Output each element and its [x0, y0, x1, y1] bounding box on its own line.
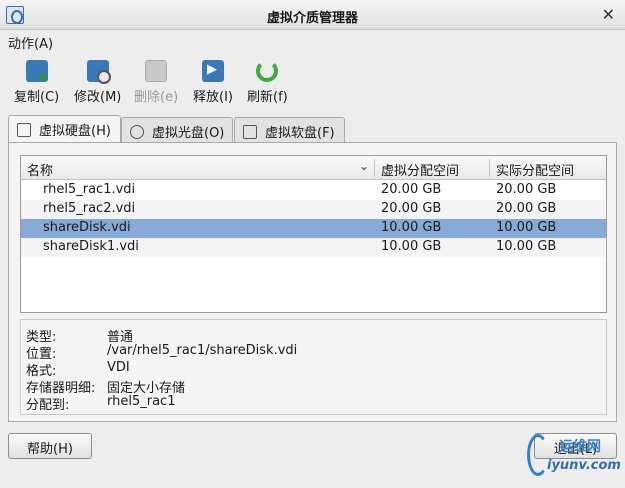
- tab-hard-disks[interactable]: 虚拟硬盘(H): [8, 115, 121, 143]
- table-header: 名称 ⌄ 虚拟分配空间 实际分配空间: [21, 156, 606, 180]
- watermark-top-text: 运维网: [559, 439, 601, 455]
- refresh-button-label: 刷新(f): [247, 90, 288, 105]
- detail-attached: 分配到: rhel5_rac1: [21, 394, 606, 413]
- menu-action[interactable]: 动作(A): [8, 33, 53, 52]
- watermark-logo: 运维网 iyunv.com: [521, 434, 621, 482]
- detail-value: VDI: [107, 360, 130, 375]
- refresh-button[interactable]: 刷新(f): [247, 60, 288, 105]
- delete-button-label: 删除(e): [134, 90, 179, 105]
- column-separator: [374, 159, 375, 177]
- detail-format: 格式: VDI: [21, 360, 606, 379]
- chevron-down-icon[interactable]: ⌄: [359, 159, 369, 173]
- close-icon[interactable]: ✕: [602, 5, 615, 24]
- details-pane: 类型: 普通 位置: /var/rhel5_rac1/shareDisk.vdi…: [20, 319, 607, 415]
- tab-floppy-disks[interactable]: 虚拟软盘(F): [234, 117, 345, 143]
- detail-key: 分配到:: [26, 398, 70, 413]
- menu-bar: 动作(A): [0, 30, 625, 52]
- refresh-icon: [256, 60, 279, 82]
- cell-actual: 20.00 GB: [496, 182, 557, 197]
- table-row-selected[interactable]: shareDisk.vdi 10.00 GB 10.00 GB: [21, 219, 606, 238]
- tab-optical-disks-label: 虚拟光盘(O): [152, 126, 225, 141]
- help-button[interactable]: 帮助(H): [8, 433, 92, 459]
- title-bar: 虚拟介质管理器 ✕: [0, 0, 625, 30]
- cell-virtual: 10.00 GB: [381, 239, 442, 254]
- table-row[interactable]: shareDisk1.vdi 10.00 GB 10.00 GB: [21, 238, 606, 257]
- cell-name: shareDisk.vdi: [43, 220, 131, 235]
- copy-button-label: 复制(C): [14, 90, 60, 105]
- delete-icon: [145, 60, 168, 82]
- toolbar: 复制(C) 修改(M) 删除(e) 释放(I) 刷新(f): [0, 56, 625, 112]
- floppy-disk-icon: [243, 125, 257, 139]
- cell-actual: 10.00 GB: [496, 239, 557, 254]
- column-header-actual[interactable]: 实际分配空间: [496, 160, 574, 179]
- tab-floppy-disks-label: 虚拟软盘(F): [265, 126, 335, 141]
- cell-name: shareDisk1.vdi: [43, 239, 139, 254]
- tab-optical-disks[interactable]: 虚拟光盘(O): [121, 117, 233, 143]
- cell-name: rhel5_rac2.vdi: [43, 201, 136, 216]
- tab-hard-disks-label: 虚拟硬盘(H): [39, 124, 111, 139]
- release-button-label: 释放(I): [193, 90, 233, 105]
- tab-panel: 名称 ⌄ 虚拟分配空间 实际分配空间 rhel5_rac1.vdi 20.00 …: [8, 142, 617, 422]
- disk-table[interactable]: 名称 ⌄ 虚拟分配空间 实际分配空间 rhel5_rac1.vdi 20.00 …: [20, 155, 607, 313]
- edit-icon: [86, 60, 111, 84]
- delete-button[interactable]: 删除(e): [134, 60, 178, 105]
- detail-location: 位置: /var/rhel5_rac1/shareDisk.vdi: [21, 343, 606, 362]
- release-button[interactable]: 释放(I): [193, 60, 233, 105]
- optical-disk-icon: [130, 125, 144, 139]
- column-header-virtual[interactable]: 虚拟分配空间: [381, 160, 459, 179]
- table-row[interactable]: rhel5_rac2.vdi 20.00 GB 20.00 GB: [21, 200, 606, 219]
- cell-actual: 20.00 GB: [496, 201, 557, 216]
- cell-actual: 10.00 GB: [496, 220, 557, 235]
- window-title: 虚拟介质管理器: [266, 11, 358, 26]
- cell-virtual: 10.00 GB: [381, 220, 442, 235]
- copy-icon: [25, 60, 50, 86]
- edit-button-label: 修改(M): [74, 90, 122, 105]
- hard-disk-icon: [17, 123, 31, 137]
- detail-value: /var/rhel5_rac1/shareDisk.vdi: [107, 343, 298, 358]
- copy-button[interactable]: 复制(C): [14, 60, 59, 105]
- table-row[interactable]: rhel5_rac1.vdi 20.00 GB 20.00 GB: [21, 181, 606, 200]
- detail-value: rhel5_rac1: [107, 394, 176, 409]
- detail-storage: 存储器明细: 固定大小存储: [21, 377, 606, 396]
- cell-virtual: 20.00 GB: [381, 201, 442, 216]
- cell-virtual: 20.00 GB: [381, 182, 442, 197]
- column-header-name[interactable]: 名称: [27, 160, 53, 179]
- watermark-bottom-text: iyunv.com: [547, 458, 621, 473]
- edit-button[interactable]: 修改(M): [74, 60, 121, 105]
- cell-name: rhel5_rac1.vdi: [43, 182, 136, 197]
- watermark-icon: [527, 434, 549, 476]
- detail-type: 类型: 普通: [21, 326, 606, 345]
- release-icon: [201, 60, 224, 82]
- column-separator: [489, 159, 490, 177]
